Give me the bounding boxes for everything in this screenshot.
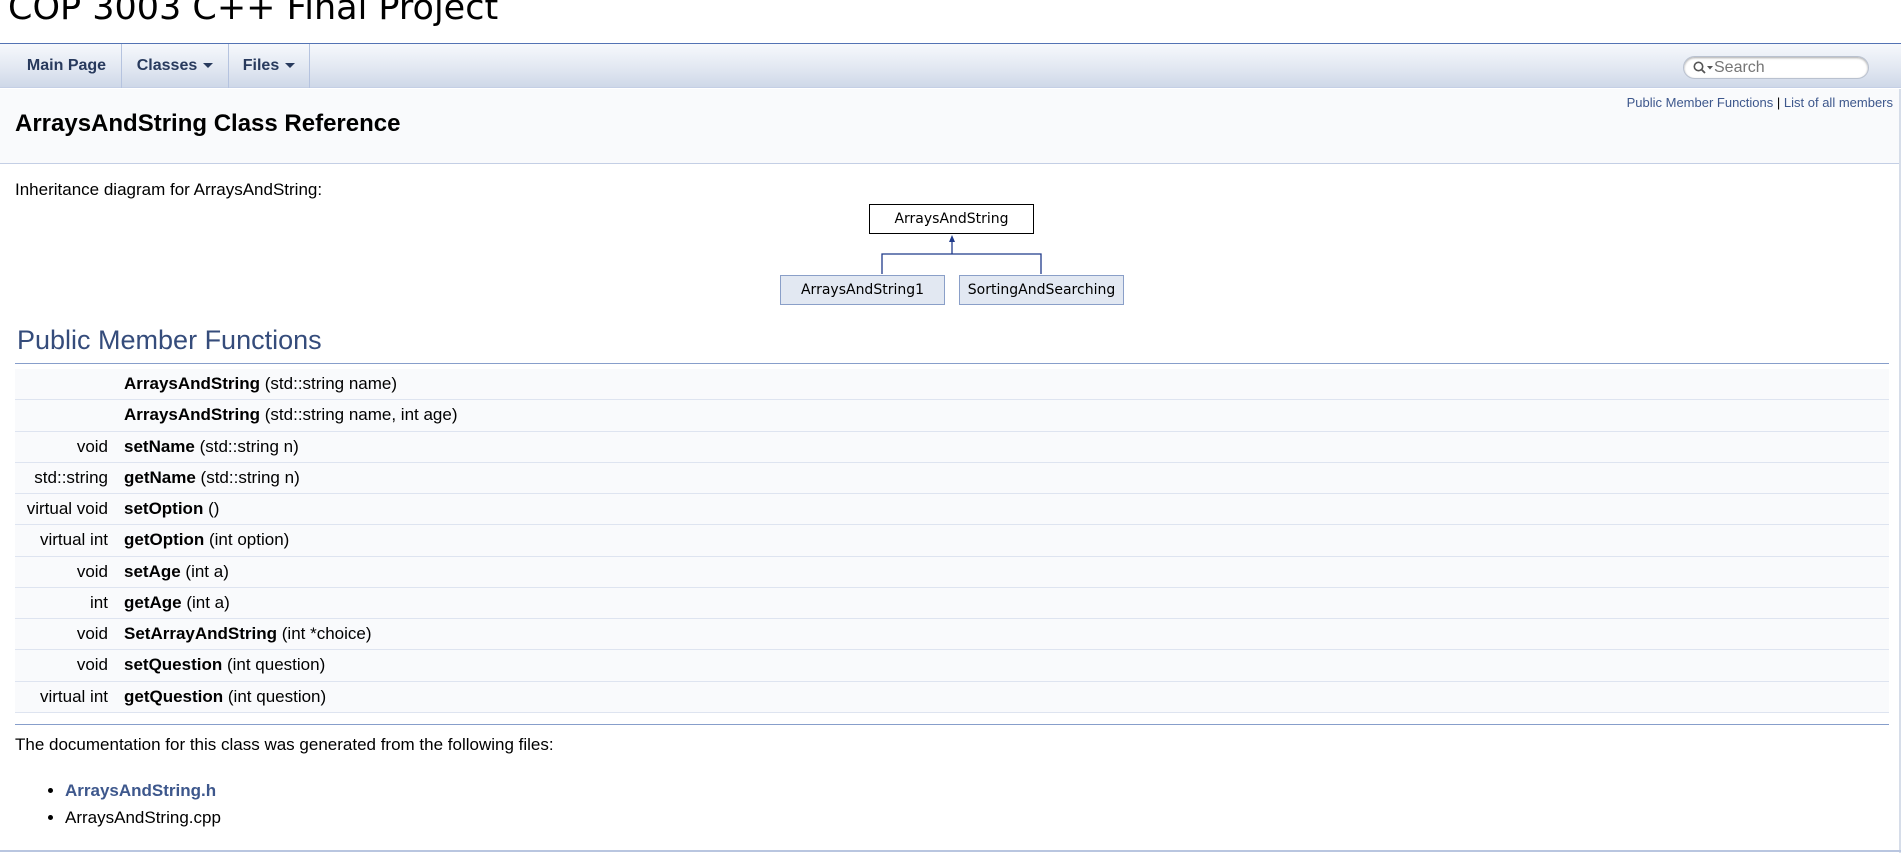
nav-files-label: Files [242,57,280,74]
list-of-all-members-link[interactable]: List of all members [1784,95,1893,110]
search-input[interactable] [1714,58,1862,77]
member-args: (std::string name, int age) [260,405,458,425]
nav-bar: Main Page Classes Files [0,44,1901,88]
member-signature: setQuestion (int question) [124,650,325,680]
member-name-link[interactable]: ArraysAndString [124,405,260,424]
member-type [15,400,108,430]
member-name-link[interactable]: getName [124,468,196,487]
member-type: virtual int [39,530,108,550]
member-args: (std::string name) [260,374,398,393]
member-row: virtual void setOption () [15,494,1889,526]
member-args: (int *choice) [277,624,372,643]
inheritance-connector [881,235,1042,274]
member-signature: ArraysAndString (std::string name, int a… [124,400,458,430]
derived-class-arraysandstring1[interactable]: ArraysAndString1 [780,275,945,305]
member-args: (std::string n) [195,467,300,487]
caret-down-icon [285,63,296,69]
member-signature: getQuestion (int question) [124,682,326,712]
member-signature: getOption (int option) [124,525,289,555]
member-args: (std::string n) [194,436,299,456]
member-type: void [76,624,108,643]
list-item: ArraysAndString.h [65,780,221,807]
member-signature: setOption () [124,494,219,524]
member-args: (int option) [204,530,290,550]
list-item: ArraysAndString.cpp [65,807,221,834]
nav-files-menu[interactable]: Files [229,44,310,88]
member-name-link[interactable]: ArraysAndString [124,374,260,393]
derived-class-sortingandsearching[interactable]: SortingAndSearching [959,275,1124,305]
member-name-link[interactable]: getOption [124,530,204,549]
member-type: void [76,436,108,456]
section-heading: Public Member Functions [17,325,322,355]
member-args: (int question) [223,686,327,706]
member-name-link[interactable]: getAge [124,593,182,612]
member-args: (int a) [181,592,230,612]
member-args: (int question) [222,655,326,675]
nav-main-page-label: Main Page [26,57,107,74]
member-signature: getName (std::string n) [124,463,300,493]
page-header: Public Member Functions | List of all me… [0,89,1901,164]
summary-links: Public Member Functions | List of all me… [1627,95,1893,110]
member-type: virtual void [26,499,108,518]
member-type: int [90,592,108,612]
files-list: ArraysAndString.h ArraysAndString.cpp [42,780,221,834]
member-row: ArraysAndString (std::string name) [15,369,1889,401]
member-signature: setAge (int a) [124,557,229,587]
member-type: void [76,655,108,675]
member-name-link[interactable]: setAge [124,562,181,581]
search-icon[interactable] [1692,60,1714,76]
member-name-link[interactable]: SetArrayAndString [124,624,277,643]
member-row: ArraysAndString (std::string name, int a… [15,400,1889,432]
member-type [15,369,108,399]
public-member-functions-link[interactable]: Public Member Functions [1627,95,1774,110]
member-row: void setAge (int a) [15,556,1889,588]
footer-divider [0,850,1901,852]
member-args: () [203,499,220,518]
source-file-name: ArraysAndString.cpp [65,808,221,827]
member-name-link[interactable]: setName [124,437,195,456]
member-type: void [76,561,108,581]
member-name-link[interactable]: setOption [124,499,203,518]
member-name-link[interactable]: getQuestion [124,687,223,706]
nav-classes-menu[interactable]: Classes [122,44,229,88]
search-box [1683,56,1869,79]
page-title: ArraysAndString Class Reference [15,110,401,137]
member-signature: ArraysAndString (std::string name) [124,369,397,399]
member-args: (int a) [180,561,229,581]
member-table: ArraysAndString (std::string name) Array… [15,369,1889,713]
member-row: virtual int getQuestion (int question) [15,681,1889,713]
member-signature: SetArrayAndString (int *choice) [124,619,372,649]
project-name: COP 3003 C++ Final Project [8,0,499,28]
member-type: std::string [34,467,108,487]
caret-down-icon [203,63,214,69]
member-row: void setName (std::string n) [15,431,1889,463]
member-type: virtual int [39,686,108,706]
member-row: void SetArrayAndString (int *choice) [15,619,1889,651]
header-file-link[interactable]: ArraysAndString.h [65,781,216,800]
member-row: virtual int getOption (int option) [15,525,1889,557]
base-class-box: ArraysAndString [869,204,1034,234]
content-divider [15,724,1889,725]
member-signature: getAge (int a) [124,588,230,618]
member-row: std::string getName (std::string n) [15,462,1889,494]
nav-classes-label: Classes [136,57,198,74]
title-area: COP 3003 C++ Final Project [0,0,1901,44]
summary-separator: | [1776,95,1781,110]
member-signature: setName (std::string n) [124,432,299,462]
nav-main-page[interactable]: Main Page [0,44,122,88]
member-row: void setQuestion (int question) [15,650,1889,682]
files-intro-text: The documentation for this class was gen… [15,735,554,754]
inheritance-label: Inheritance diagram for ArraysAndString: [15,180,323,199]
member-name-link[interactable]: setQuestion [124,655,222,674]
section-divider [15,363,1889,364]
member-row: int getAge (int a) [15,587,1889,619]
